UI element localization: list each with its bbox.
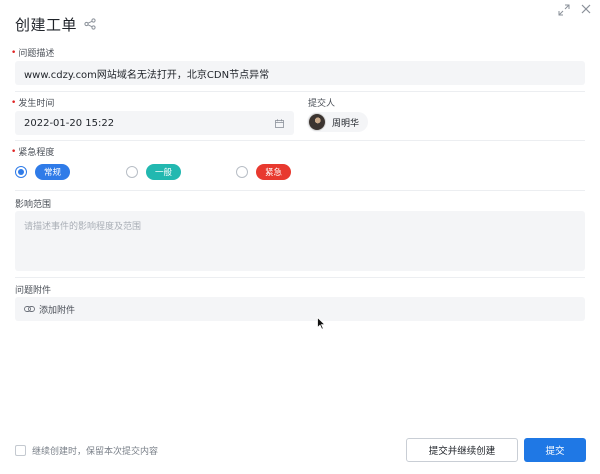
share-icon[interactable] (84, 18, 96, 30)
impact-label: 影响范围 (15, 197, 51, 210)
calendar-icon[interactable] (275, 119, 284, 128)
submitter-name: 周明华 (332, 118, 360, 129)
close-icon[interactable] (580, 3, 592, 15)
urgency-option-normal[interactable]: 常规 (15, 164, 71, 180)
urgency-label-text: 紧急程度 (18, 148, 55, 158)
impact-label-text: 影响范围 (15, 200, 52, 210)
submit-and-continue-button[interactable]: 提交并继续创建 (406, 438, 518, 462)
divider (15, 277, 585, 278)
dialog-title: 创建工单 (15, 15, 78, 34)
submitter-label-text: 提交人 (308, 99, 336, 109)
radio-unchecked[interactable] (236, 166, 248, 178)
urgency-pill-general: 一般 (146, 164, 182, 180)
divider (15, 91, 585, 92)
divider (15, 190, 585, 191)
impact-placeholder: 请描述事件的影响程度及范围 (24, 222, 142, 232)
submit-button[interactable]: 提交 (524, 438, 586, 462)
problem-description-value: www.cdzy.com网站域名无法打开，北京CDN节点异常 (24, 69, 270, 81)
problem-description-label: • 问题描述 (11, 46, 55, 60)
urgency-label: • 紧急程度 (11, 145, 55, 159)
submitter-label: 提交人 (308, 96, 335, 109)
impact-textarea[interactable]: 请描述事件的影响程度及范围 (15, 211, 585, 271)
keep-content-checkbox-row[interactable]: 继续创建时，保留本次提交内容 (15, 444, 158, 457)
link-icon (24, 306, 35, 312)
occurrence-time-picker[interactable]: 2022-01-20 15:22 (15, 111, 294, 135)
divider (15, 140, 585, 141)
urgency-pill-urgent: 紧急 (256, 164, 292, 180)
submitter-chip[interactable]: 周明华 (307, 112, 369, 132)
problem-description-label-text: 问题描述 (18, 49, 55, 59)
radio-unchecked[interactable] (126, 166, 138, 178)
urgency-option-urgent[interactable]: 紧急 (236, 164, 292, 180)
expand-icon[interactable] (558, 4, 570, 16)
occurrence-time-value: 2022-01-20 15:22 (24, 117, 115, 129)
mouse-cursor-icon (317, 317, 326, 330)
dialog-header: 创建工单 (15, 12, 96, 36)
required-marker: • (11, 97, 17, 108)
radio-checked[interactable] (15, 166, 27, 178)
add-attachment-button[interactable]: 添加附件 (15, 297, 585, 321)
keep-content-label: 继续创建时，保留本次提交内容 (32, 447, 159, 457)
urgency-option-general[interactable]: 一般 (126, 164, 182, 180)
problem-description-input[interactable]: www.cdzy.com网站域名无法打开，北京CDN节点异常 (15, 61, 585, 85)
add-attachment-label: 添加附件 (39, 305, 76, 316)
attachment-label: 问题附件 (15, 283, 51, 296)
attachment-label-text: 问题附件 (15, 286, 52, 296)
keep-content-checkbox[interactable] (15, 445, 26, 456)
required-marker: • (11, 47, 17, 58)
required-marker: • (11, 146, 17, 157)
occurrence-time-label: • 发生时间 (11, 96, 55, 110)
occurrence-time-label-text: 发生时间 (18, 99, 55, 109)
avatar (308, 113, 326, 131)
urgency-pill-normal: 常规 (35, 164, 71, 180)
